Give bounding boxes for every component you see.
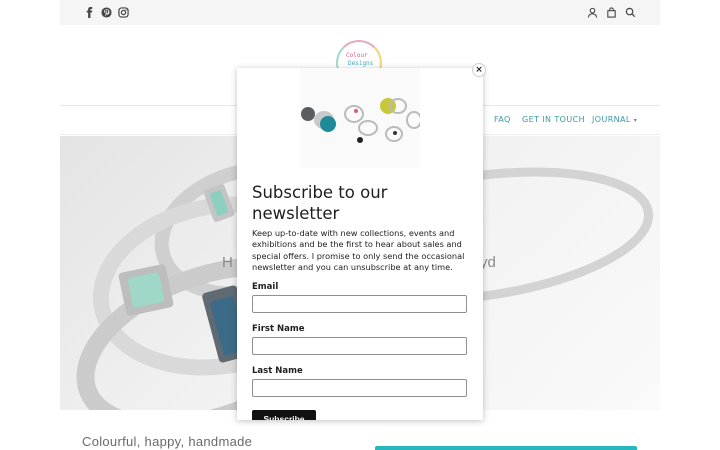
last-name-field[interactable] <box>252 379 467 397</box>
user-icon[interactable] <box>586 6 598 18</box>
nav-item-faq[interactable]: FAQ <box>494 115 511 124</box>
modal-rings-image <box>300 68 422 168</box>
accent-bar <box>375 446 637 450</box>
search-icon[interactable] <box>624 6 636 18</box>
email-label: Email <box>252 282 279 292</box>
nav-item-journal[interactable]: JOURNAL ▾ <box>592 115 637 124</box>
modal-description: Keep up-to-date with new collections, ev… <box>252 228 465 272</box>
pinterest-icon[interactable] <box>100 6 112 18</box>
modal-title: Subscribe to our newsletter <box>252 183 388 223</box>
logo-line-2: Designs <box>348 60 374 67</box>
nav-item-get-in-touch[interactable]: GET IN TOUCH <box>522 115 585 124</box>
top-bar <box>60 0 660 25</box>
nav-item-journal-label: JOURNAL <box>592 115 631 124</box>
hero-title-left: H <box>222 254 234 271</box>
caret-down-icon: ▾ <box>633 117 638 124</box>
subscribe-button[interactable]: Subscribe <box>252 410 316 420</box>
site-logo[interactable]: Colour Designs <box>334 40 384 86</box>
facebook-icon[interactable] <box>83 6 95 18</box>
section-tagline: Colourful, happy, handmade <box>82 434 253 449</box>
last-name-label: Last Name <box>252 366 303 376</box>
email-field[interactable] <box>252 295 467 313</box>
instagram-icon[interactable] <box>117 6 129 18</box>
page: Colour Designs FAQ GET IN TOUCH JOURNAL … <box>0 0 720 450</box>
logo-line-1: Colour <box>346 52 368 59</box>
newsletter-modal: Subscribe to our newsletter Keep up-to-d… <box>237 68 483 420</box>
close-icon[interactable]: × <box>472 63 486 77</box>
first-name-label: First Name <box>252 324 305 334</box>
first-name-field[interactable] <box>252 337 467 355</box>
bag-icon[interactable] <box>605 6 617 18</box>
